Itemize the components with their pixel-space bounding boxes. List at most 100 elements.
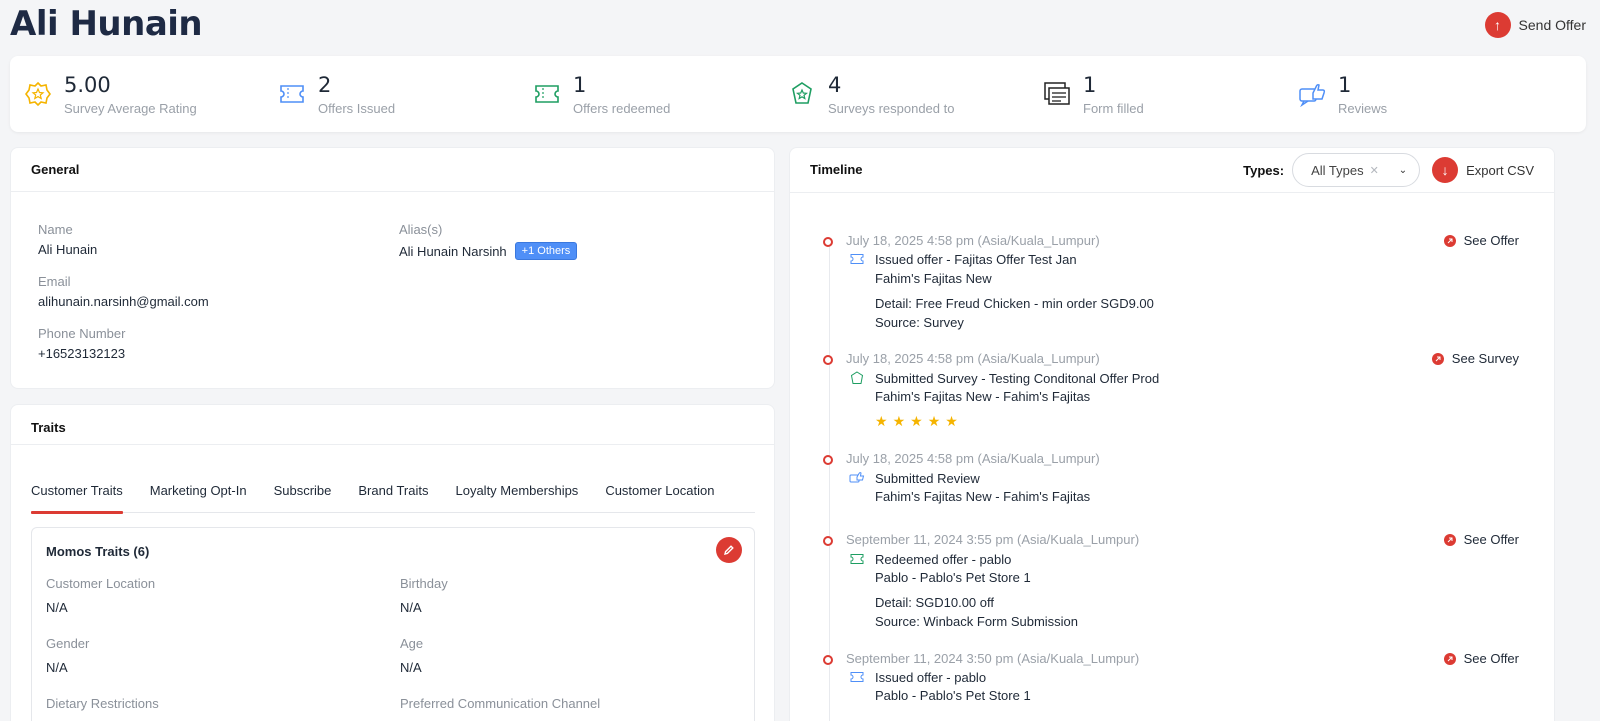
event-title-row: Redeemed offer - pablo (849, 551, 1011, 567)
phone-field: Phone Number +16523132123 (38, 326, 125, 361)
tab-brand-traits[interactable]: Brand Traits (358, 471, 428, 513)
stat-label: Surveys responded to (828, 101, 955, 116)
star-icon: ★ (875, 413, 888, 429)
see-survey-button[interactable]: See Survey (1431, 351, 1519, 366)
external-link-icon (1443, 652, 1456, 665)
trait-label: Preferred Communication Channel (400, 696, 601, 711)
star-icon: ★ (910, 413, 923, 429)
send-offer-label: Send Offer (1518, 17, 1586, 33)
trait-birthday: Birthday N/A (400, 576, 448, 615)
event-date: July 18, 2025 4:58 pm (Asia/Kuala_Lumpur… (846, 351, 1100, 366)
event-detail: Detail: SGD10.00 off (875, 595, 994, 610)
send-offer-button[interactable]: ↑ Send Offer (1484, 12, 1586, 38)
timeline-dot (823, 536, 833, 546)
tab-marketing-opt-in[interactable]: Marketing Opt-In (150, 471, 247, 513)
tab-customer-traits[interactable]: Customer Traits (31, 471, 123, 514)
export-csv-button[interactable]: ↓ Export CSV (1432, 157, 1534, 183)
momos-traits-card: Momos Traits (6) Customer Location N/A B… (31, 527, 755, 721)
trait-label: Gender (46, 636, 90, 651)
thumbs-up-icon (849, 470, 865, 486)
timeline-dot (823, 655, 833, 665)
customer-profile-page: Ali Hunain ↑ Send Offer 5.00 Survey Aver… (0, 0, 1600, 721)
stat-survey-rating: 5.00 Survey Average Rating (24, 72, 197, 116)
clear-icon[interactable]: ✕ (1370, 164, 1379, 177)
event-date: September 11, 2024 3:50 pm (Asia/Kuala_L… (846, 651, 1140, 666)
types-value: All Types (1311, 162, 1364, 178)
traits-title: Traits (11, 405, 774, 445)
export-csv-label: Export CSV (1466, 162, 1534, 178)
event-subtitle: Fahim's Fajitas New - Fahim's Fajitas (875, 389, 1091, 404)
external-link-icon (1443, 533, 1456, 546)
alias-field: Alias(s) Ali Hunain Narsinh +1 Others (399, 222, 578, 260)
see-offer-button[interactable]: See Offer (1443, 532, 1519, 547)
trait-label: Dietary Restrictions (46, 696, 159, 711)
timeline-controls: Types: All Types ✕ ⌄ ↓ Export CSV (1243, 153, 1534, 187)
external-link-icon (1443, 234, 1456, 247)
tab-loyalty-memberships[interactable]: Loyalty Memberships (455, 471, 578, 513)
stat-value: 1 (1338, 73, 1352, 97)
arrow-up-icon: ↑ (1484, 12, 1511, 38)
stat-value: 2 (318, 73, 332, 97)
trait-gender: Gender N/A (46, 636, 89, 675)
event-title: Submitted Survey - Testing Conditonal Of… (875, 370, 1160, 386)
trait-label: Customer Location (46, 576, 156, 591)
phone-value: +16523132123 (38, 346, 126, 361)
trait-value: N/A (46, 600, 68, 615)
trait-value: N/A (400, 600, 422, 615)
event-title-row: Submitted Survey - Testing Conditonal Of… (849, 370, 1159, 386)
edit-traits-button[interactable] (716, 537, 742, 563)
arrow-down-icon: ↓ (1432, 157, 1459, 183)
stat-value: 5.00 (64, 73, 111, 97)
traits-tabs: Customer Traits Marketing Opt-In Subscri… (31, 471, 755, 514)
email-value: alihunain.narsinh@gmail.com (38, 294, 209, 309)
event-date: September 11, 2024 3:55 pm (Asia/Kuala_L… (846, 532, 1140, 547)
stat-label: Reviews (1338, 101, 1388, 116)
general-card: General Name Ali Hunain Alias(s) Ali Hun… (10, 147, 775, 389)
tab-customer-location[interactable]: Customer Location (605, 471, 714, 513)
timeline-dot (823, 355, 833, 365)
event-subtitle: Pablo - Pablo's Pet Store 1 (875, 570, 1031, 585)
trait-age: Age N/A (400, 636, 423, 675)
rating-stars: ★ ★ ★ ★ ★ (875, 413, 958, 430)
event-subtitle: Fahim's Fajitas New - Fahim's Fajitas (875, 489, 1091, 504)
survey-badge-icon (849, 370, 865, 386)
stats-bar: 5.00 Survey Average Rating 2 Offers Issu… (10, 56, 1586, 132)
stat-value: 4 (828, 73, 842, 97)
event-title: Redeemed offer - pablo (875, 551, 1012, 567)
trait-preferred-channel: Preferred Communication Channel (400, 696, 600, 711)
trait-dietary-restrictions: Dietary Restrictions (46, 696, 159, 711)
star-icon: ★ (945, 413, 958, 429)
star-icon: ★ (927, 413, 941, 429)
alias-value: Ali Hunain Narsinh (399, 243, 507, 259)
timeline-rail (829, 244, 830, 721)
types-select[interactable]: All Types ✕ ⌄ (1292, 153, 1421, 187)
see-offer-button[interactable]: See Offer (1443, 651, 1519, 666)
event-date: July 18, 2025 4:58 pm (Asia/Kuala_Lumpur… (846, 451, 1100, 466)
pencil-icon (724, 545, 734, 555)
chevron-down-icon: ⌄ (1398, 164, 1408, 176)
name-field: Name Ali Hunain (38, 222, 97, 257)
general-title: General (11, 148, 774, 192)
event-subtitle: Pablo - Pablo's Pet Store 1 (875, 688, 1031, 703)
event-title-row: Submitted Review (849, 470, 980, 486)
phone-label: Phone Number (38, 326, 126, 341)
trait-label: Age (400, 636, 424, 651)
email-label: Email (38, 274, 71, 289)
alias-others-badge[interactable]: +1 Others (514, 242, 578, 260)
trait-customer-location: Customer Location N/A (46, 576, 155, 615)
see-offer-button[interactable]: See Offer (1443, 233, 1519, 248)
momos-traits-title: Momos Traits (6) (46, 544, 150, 559)
event-title-row: Issued offer - Fajitas Offer Test Jan (849, 251, 1077, 267)
event-source: Source: Survey (875, 315, 964, 330)
stat-value: 1 (573, 73, 587, 97)
event-detail: Detail: Free Freud Chicken - min order S… (875, 296, 1154, 311)
external-link-icon (1431, 352, 1444, 365)
header: Ali Hunain ↑ Send Offer (0, 0, 1600, 52)
name-label: Name (38, 222, 73, 237)
tab-subscribe[interactable]: Subscribe (274, 471, 332, 513)
name-value: Ali Hunain (38, 242, 98, 257)
stat-label: Survey Average Rating (64, 101, 197, 116)
types-label: Types: (1243, 162, 1285, 178)
trait-value: N/A (400, 660, 422, 675)
event-title: Submitted Review (875, 470, 980, 486)
